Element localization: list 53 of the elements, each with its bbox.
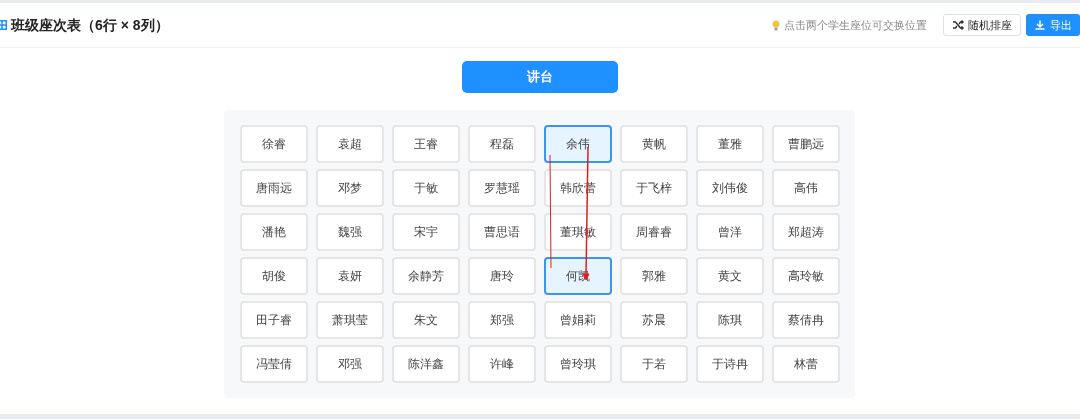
seat[interactable]: 冯莹倩 (239, 345, 308, 383)
seat[interactable]: 刘伟俊 (695, 169, 764, 207)
seat[interactable]: 许峰 (467, 345, 536, 383)
seat[interactable]: 胡俊 (239, 257, 308, 295)
seat[interactable]: 魏强 (315, 213, 384, 251)
seat[interactable]: 宋宇 (391, 213, 460, 251)
seat[interactable]: 唐玲 (467, 257, 536, 295)
seat[interactable]: 潘艳 (239, 213, 308, 251)
seat[interactable]: 王睿 (391, 125, 460, 163)
seat[interactable]: 罗慧瑶 (467, 169, 536, 207)
seat[interactable]: 于诗冉 (695, 345, 764, 383)
shuffle-button[interactable]: 随机排座 (943, 14, 1021, 36)
seat[interactable]: 曾洋 (695, 213, 764, 251)
seat[interactable]: 于敏 (391, 169, 460, 207)
seat[interactable]: 曾玲琪 (543, 345, 612, 383)
seat[interactable]: 董雅 (695, 125, 764, 163)
hint-text: 点击两个学生座位可交换位置 (784, 17, 927, 33)
seat[interactable]: 唐雨远 (239, 169, 308, 207)
shuffle-icon (952, 19, 964, 31)
seat[interactable]: 黄帆 (619, 125, 688, 163)
lightbulb-icon (772, 19, 780, 31)
seat[interactable]: 曹思语 (467, 213, 536, 251)
seat[interactable]: 周睿睿 (619, 213, 688, 251)
seat[interactable]: 于若 (619, 345, 688, 383)
seat[interactable]: 高伟 (771, 169, 840, 207)
seat[interactable]: 郭雅 (619, 257, 688, 295)
seat[interactable]: 袁超 (315, 125, 384, 163)
seat[interactable]: 黄文 (695, 257, 764, 295)
page-title: 班级座次表（6行 × 8列） (11, 15, 169, 35)
download-icon (1034, 19, 1046, 31)
seat[interactable]: 高玲敏 (771, 257, 840, 295)
seat[interactable]: 林蕾 (771, 345, 840, 383)
seat[interactable]: 陈琪 (695, 301, 764, 339)
seat[interactable]: 邓梦 (315, 169, 384, 207)
seat[interactable]: 邓强 (315, 345, 384, 383)
seat[interactable]: 萧琪莹 (315, 301, 384, 339)
seat[interactable]: 徐睿 (239, 125, 308, 163)
seat[interactable]: 曾娟莉 (543, 301, 612, 339)
seat[interactable]: 余静芳 (391, 257, 460, 295)
seat[interactable]: 于飞梓 (619, 169, 688, 207)
seat[interactable]: 郑超涛 (771, 213, 840, 251)
seat[interactable]: 郑强 (467, 301, 536, 339)
seat[interactable]: 程磊 (467, 125, 536, 163)
seat[interactable]: 苏晨 (619, 301, 688, 339)
seat[interactable]: 余伟 (543, 125, 612, 163)
seat[interactable]: 朱文 (391, 301, 460, 339)
grid-icon (0, 20, 7, 30)
seat[interactable]: 陈洋鑫 (391, 345, 460, 383)
seat[interactable]: 袁妍 (315, 257, 384, 295)
seat[interactable]: 田子睿 (239, 301, 308, 339)
seat[interactable]: 曹鹏远 (771, 125, 840, 163)
podium: 讲台 (462, 61, 618, 93)
seat[interactable]: 蔡倩冉 (771, 301, 840, 339)
